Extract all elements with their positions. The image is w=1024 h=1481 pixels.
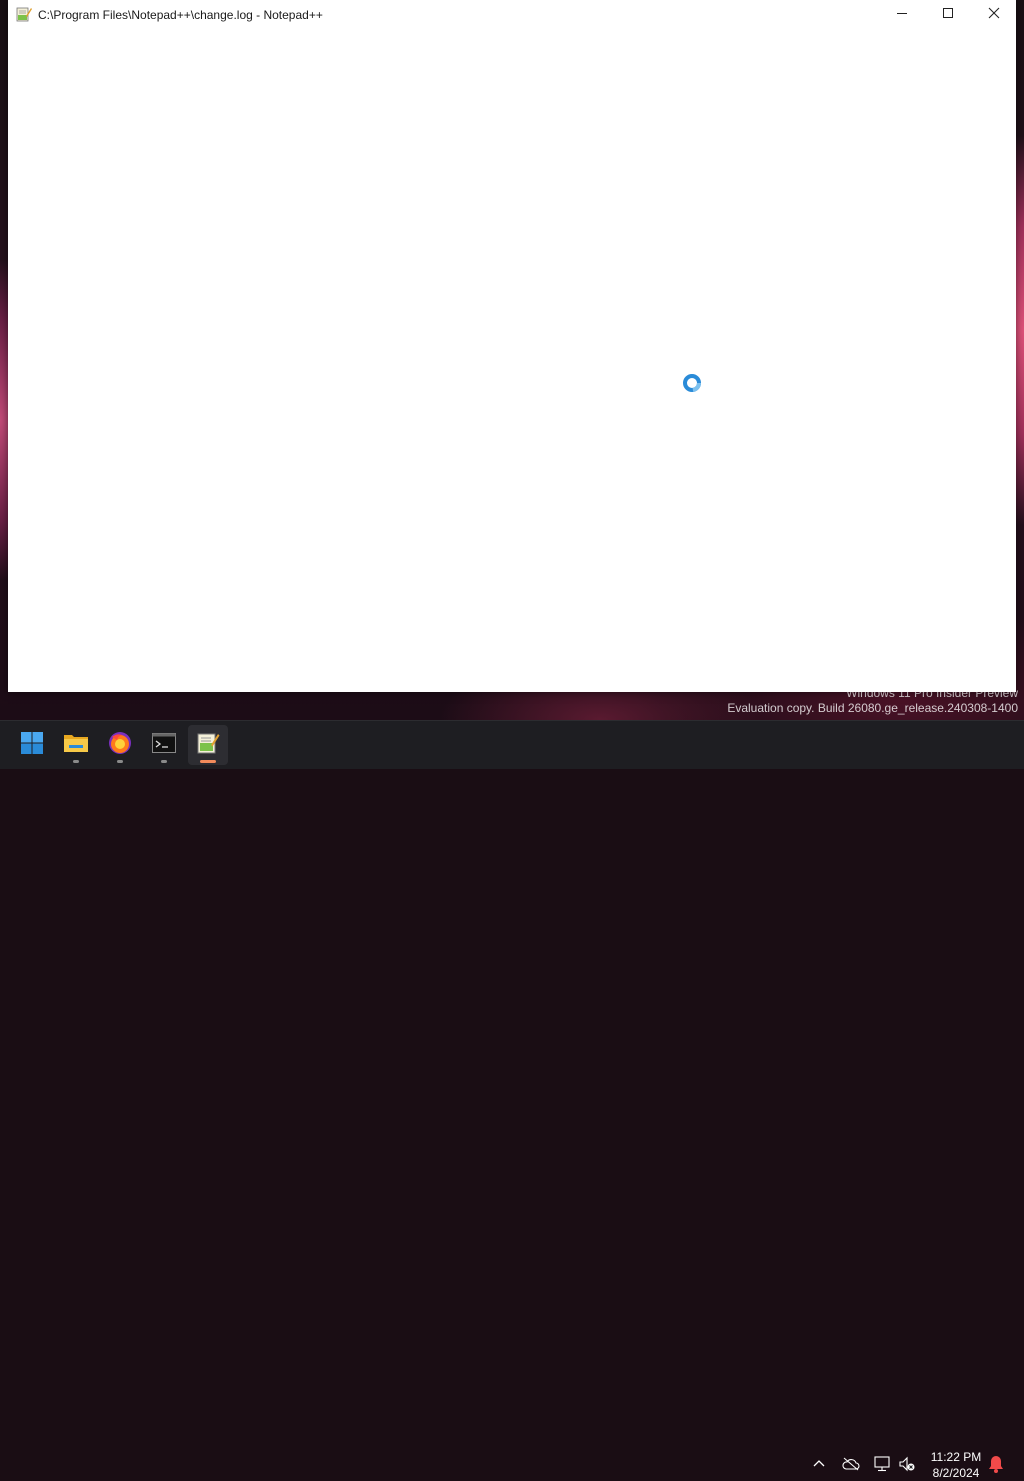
notepadpp-icon xyxy=(16,6,32,22)
network-tray-button[interactable] xyxy=(873,1455,891,1477)
watermark-line2: Evaluation copy. Build 26080.ge_release.… xyxy=(727,701,1018,715)
clock-time: 11:22 PM xyxy=(930,1450,982,1464)
firefox-icon xyxy=(108,731,132,760)
notification-bell-icon xyxy=(988,1455,1004,1478)
clock-date: 8/2/2024 xyxy=(932,1466,980,1480)
notepadpp-window[interactable]: C:\Program Files\Notepad++\change.log - … xyxy=(8,0,1016,692)
title-bar[interactable]: C:\Program Files\Notepad++\change.log - … xyxy=(8,0,1016,30)
minimize-button[interactable] xyxy=(879,0,925,30)
taskbar-firefox[interactable] xyxy=(100,725,140,765)
taskbar-file-explorer[interactable] xyxy=(56,725,96,765)
taskbar-terminal[interactable] xyxy=(144,725,184,765)
show-hidden-icons-button[interactable] xyxy=(810,1457,828,1475)
running-indicator xyxy=(117,760,123,763)
start-button[interactable] xyxy=(12,725,52,765)
windows-logo-icon xyxy=(20,731,44,760)
maximize-button[interactable] xyxy=(925,0,971,30)
running-indicator xyxy=(73,760,79,763)
taskbar-clock[interactable]: 11:22 PM 8/2/2024 xyxy=(922,1449,990,1481)
window-title: C:\Program Files\Notepad++\change.log - … xyxy=(38,8,323,22)
taskbar-notepadpp[interactable] xyxy=(188,725,228,765)
volume-muted-icon xyxy=(898,1456,916,1477)
minimize-icon xyxy=(896,6,908,24)
active-indicator xyxy=(200,760,216,763)
cloud-off-icon xyxy=(842,1457,860,1476)
chevron-up-icon xyxy=(812,1457,826,1476)
terminal-icon xyxy=(152,732,176,758)
running-indicator xyxy=(161,760,167,763)
notepadpp-icon xyxy=(196,731,220,760)
taskbar: 11:22 PM 8/2/2024 xyxy=(0,720,1024,1480)
volume-tray-button[interactable] xyxy=(898,1456,916,1477)
close-button[interactable] xyxy=(971,0,1017,30)
close-icon xyxy=(988,6,1000,24)
maximize-icon xyxy=(942,6,954,24)
onedrive-tray-button[interactable] xyxy=(842,1457,860,1475)
network-icon xyxy=(873,1455,891,1477)
folder-icon xyxy=(63,732,89,759)
notification-button[interactable] xyxy=(987,1455,1005,1478)
loading-spinner xyxy=(682,373,702,393)
